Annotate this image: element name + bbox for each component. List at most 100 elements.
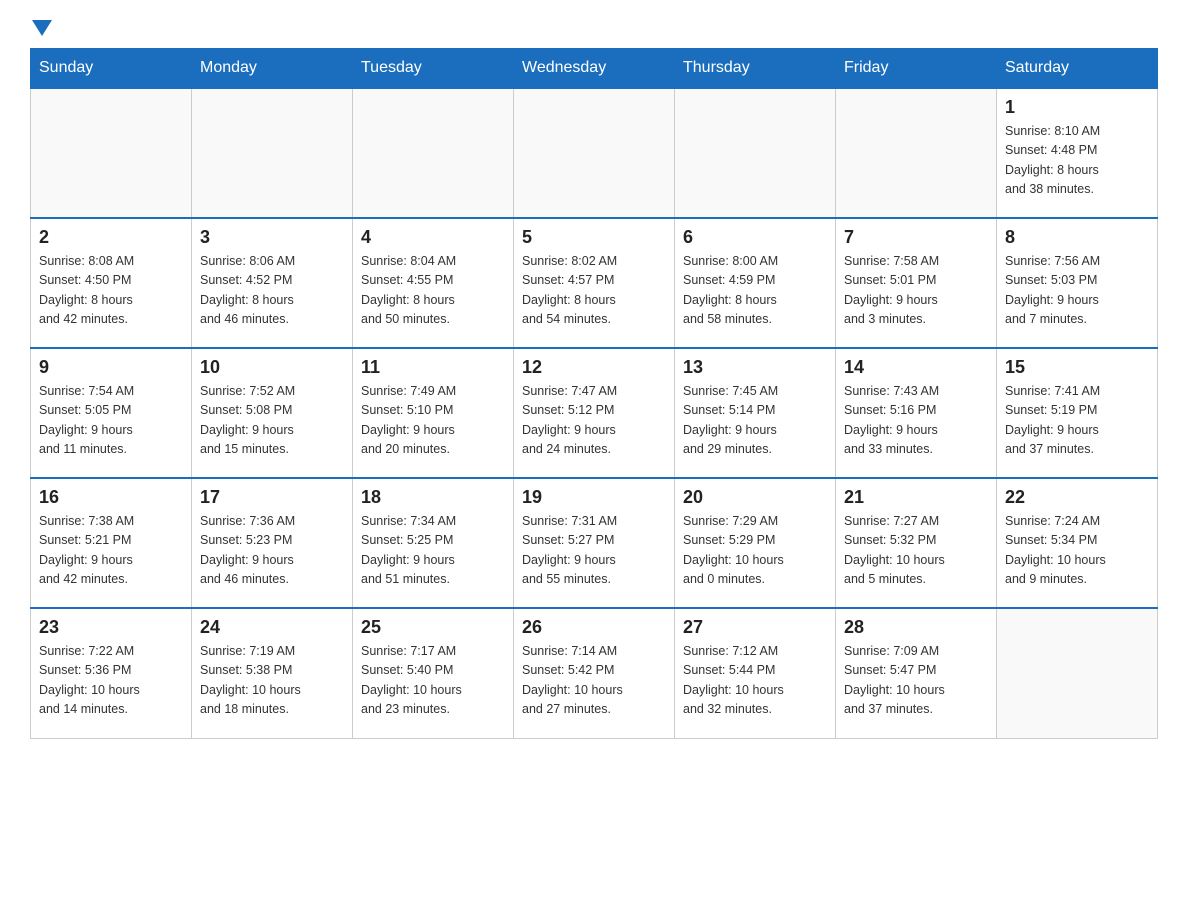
day-info: Sunrise: 7:14 AM Sunset: 5:42 PM Dayligh… [522, 642, 666, 720]
calendar-cell: 27Sunrise: 7:12 AM Sunset: 5:44 PM Dayli… [675, 608, 836, 738]
calendar-cell: 18 Sunrise: 7:34 AM Sunset: 5:25 PM Dayli… [353, 478, 514, 608]
calendar-cell: 25 Sunrise: 7:17 AM Sunset: 5:40 PM Dayli… [353, 608, 514, 738]
calendar-week-1: 1 Sunrise: 8:10 AM Sunset: 4:48 PM Daylig… [31, 88, 1158, 218]
day-number: 28 [844, 617, 988, 638]
calendar-cell: 13Sunrise: 7:45 AM Sunset: 5:14 PM Dayli… [675, 348, 836, 478]
calendar-week-4: 16Sunrise: 7:38 AM Sunset: 5:21 PM Dayli… [31, 478, 1158, 608]
calendar-cell [836, 88, 997, 218]
calendar-week-5: 23 Sunrise: 7:22 AM Sunset: 5:36 PM Dayli… [31, 608, 1158, 738]
calendar-cell: 8 Sunrise: 7:56 AM Sunset: 5:03 PM Daylig… [997, 218, 1158, 348]
page-header [30, 20, 1158, 38]
day-info: Sunrise: 7:22 AM Sunset: 5:36 PM Dayligh… [39, 642, 183, 720]
day-number: 5 [522, 227, 666, 248]
day-info: Sunrise: 7:34 AM Sunset: 5:25 PM Dayligh… [361, 512, 505, 590]
day-info: Sunrise: 7:09 AM Sunset: 5:47 PM Dayligh… [844, 642, 988, 720]
calendar-cell: 11 Sunrise: 7:49 AM Sunset: 5:10 PM Dayli… [353, 348, 514, 478]
calendar-cell: 14Sunrise: 7:43 AM Sunset: 5:16 PM Dayli… [836, 348, 997, 478]
calendar-cell: 10 Sunrise: 7:52 AM Sunset: 5:08 PM Dayli… [192, 348, 353, 478]
calendar-cell: 26 Sunrise: 7:14 AM Sunset: 5:42 PM Dayli… [514, 608, 675, 738]
calendar-week-2: 2 Sunrise: 8:08 AM Sunset: 4:50 PM Daylig… [31, 218, 1158, 348]
day-number: 3 [200, 227, 344, 248]
calendar-cell: 9 Sunrise: 7:54 AM Sunset: 5:05 PM Daylig… [31, 348, 192, 478]
day-info: Sunrise: 7:58 AM Sunset: 5:01 PM Dayligh… [844, 252, 988, 330]
day-info: Sunrise: 7:31 AM Sunset: 5:27 PM Dayligh… [522, 512, 666, 590]
calendar-cell [997, 608, 1158, 738]
day-number: 9 [39, 357, 183, 378]
day-number: 27 [683, 617, 827, 638]
calendar-cell: 22 Sunrise: 7:24 AM Sunset: 5:34 PM Dayli… [997, 478, 1158, 608]
calendar-cell: 1 Sunrise: 8:10 AM Sunset: 4:48 PM Daylig… [997, 88, 1158, 218]
day-number: 10 [200, 357, 344, 378]
day-number: 4 [361, 227, 505, 248]
logo-arrow-icon [32, 20, 52, 36]
day-info: Sunrise: 7:56 AM Sunset: 5:03 PM Dayligh… [1005, 252, 1149, 330]
weekday-header-thursday: Thursday [675, 49, 836, 89]
day-number: 26 [522, 617, 666, 638]
day-number: 22 [1005, 487, 1149, 508]
calendar-cell: 28 Sunrise: 7:09 AM Sunset: 5:47 PM Dayli… [836, 608, 997, 738]
calendar-cell [353, 88, 514, 218]
calendar-cell [514, 88, 675, 218]
weekday-header-friday: Friday [836, 49, 997, 89]
weekday-header-row: SundayMondayTuesdayWednesdayThursdayFrid… [31, 49, 1158, 89]
day-number: 12 [522, 357, 666, 378]
day-info: Sunrise: 8:00 AM Sunset: 4:59 PM Dayligh… [683, 252, 827, 330]
calendar-cell: 2 Sunrise: 8:08 AM Sunset: 4:50 PM Daylig… [31, 218, 192, 348]
day-number: 13 [683, 357, 827, 378]
calendar-cell: 6 Sunrise: 8:00 AM Sunset: 4:59 PM Daylig… [675, 218, 836, 348]
day-number: 23 [39, 617, 183, 638]
calendar-cell: 3 Sunrise: 8:06 AM Sunset: 4:52 PM Daylig… [192, 218, 353, 348]
calendar-cell: 12 Sunrise: 7:47 AM Sunset: 5:12 PM Dayli… [514, 348, 675, 478]
day-info: Sunrise: 8:04 AM Sunset: 4:55 PM Dayligh… [361, 252, 505, 330]
calendar-cell: 5 Sunrise: 8:02 AM Sunset: 4:57 PM Daylig… [514, 218, 675, 348]
day-number: 8 [1005, 227, 1149, 248]
calendar-week-3: 9 Sunrise: 7:54 AM Sunset: 5:05 PM Daylig… [31, 348, 1158, 478]
calendar-cell: 15 Sunrise: 7:41 AM Sunset: 5:19 PM Dayli… [997, 348, 1158, 478]
calendar-cell [192, 88, 353, 218]
calendar-cell: 7 Sunrise: 7:58 AM Sunset: 5:01 PM Daylig… [836, 218, 997, 348]
calendar-cell [675, 88, 836, 218]
calendar-body: 1 Sunrise: 8:10 AM Sunset: 4:48 PM Daylig… [31, 88, 1158, 738]
day-info: Sunrise: 7:54 AM Sunset: 5:05 PM Dayligh… [39, 382, 183, 460]
weekday-header-monday: Monday [192, 49, 353, 89]
day-number: 1 [1005, 97, 1149, 118]
day-number: 18 [361, 487, 505, 508]
day-number: 7 [844, 227, 988, 248]
day-info: Sunrise: 8:02 AM Sunset: 4:57 PM Dayligh… [522, 252, 666, 330]
day-number: 16 [39, 487, 183, 508]
day-number: 11 [361, 357, 505, 378]
day-info: Sunrise: 7:24 AM Sunset: 5:34 PM Dayligh… [1005, 512, 1149, 590]
day-number: 25 [361, 617, 505, 638]
calendar-cell: 24Sunrise: 7:19 AM Sunset: 5:38 PM Dayli… [192, 608, 353, 738]
day-number: 6 [683, 227, 827, 248]
day-info: Sunrise: 7:52 AM Sunset: 5:08 PM Dayligh… [200, 382, 344, 460]
day-info: Sunrise: 7:29 AM Sunset: 5:29 PM Dayligh… [683, 512, 827, 590]
day-number: 15 [1005, 357, 1149, 378]
day-number: 14 [844, 357, 988, 378]
day-info: Sunrise: 7:41 AM Sunset: 5:19 PM Dayligh… [1005, 382, 1149, 460]
day-number: 19 [522, 487, 666, 508]
weekday-header-sunday: Sunday [31, 49, 192, 89]
calendar-cell: 16Sunrise: 7:38 AM Sunset: 5:21 PM Dayli… [31, 478, 192, 608]
day-info: Sunrise: 8:08 AM Sunset: 4:50 PM Dayligh… [39, 252, 183, 330]
day-number: 21 [844, 487, 988, 508]
calendar-cell: 17Sunrise: 7:36 AM Sunset: 5:23 PM Dayli… [192, 478, 353, 608]
logo [30, 20, 54, 38]
day-info: Sunrise: 7:27 AM Sunset: 5:32 PM Dayligh… [844, 512, 988, 590]
day-info: Sunrise: 8:06 AM Sunset: 4:52 PM Dayligh… [200, 252, 344, 330]
day-number: 17 [200, 487, 344, 508]
weekday-header-saturday: Saturday [997, 49, 1158, 89]
day-number: 2 [39, 227, 183, 248]
calendar-table: SundayMondayTuesdayWednesdayThursdayFrid… [30, 48, 1158, 739]
day-info: Sunrise: 7:17 AM Sunset: 5:40 PM Dayligh… [361, 642, 505, 720]
calendar-cell: 21 Sunrise: 7:27 AM Sunset: 5:32 PM Dayli… [836, 478, 997, 608]
weekday-header-wednesday: Wednesday [514, 49, 675, 89]
calendar-cell: 19 Sunrise: 7:31 AM Sunset: 5:27 PM Dayli… [514, 478, 675, 608]
day-info: Sunrise: 8:10 AM Sunset: 4:48 PM Dayligh… [1005, 122, 1149, 200]
day-info: Sunrise: 7:47 AM Sunset: 5:12 PM Dayligh… [522, 382, 666, 460]
calendar-cell [31, 88, 192, 218]
calendar-cell: 4 Sunrise: 8:04 AM Sunset: 4:55 PM Daylig… [353, 218, 514, 348]
day-info: Sunrise: 7:49 AM Sunset: 5:10 PM Dayligh… [361, 382, 505, 460]
day-number: 20 [683, 487, 827, 508]
day-info: Sunrise: 7:19 AM Sunset: 5:38 PM Dayligh… [200, 642, 344, 720]
